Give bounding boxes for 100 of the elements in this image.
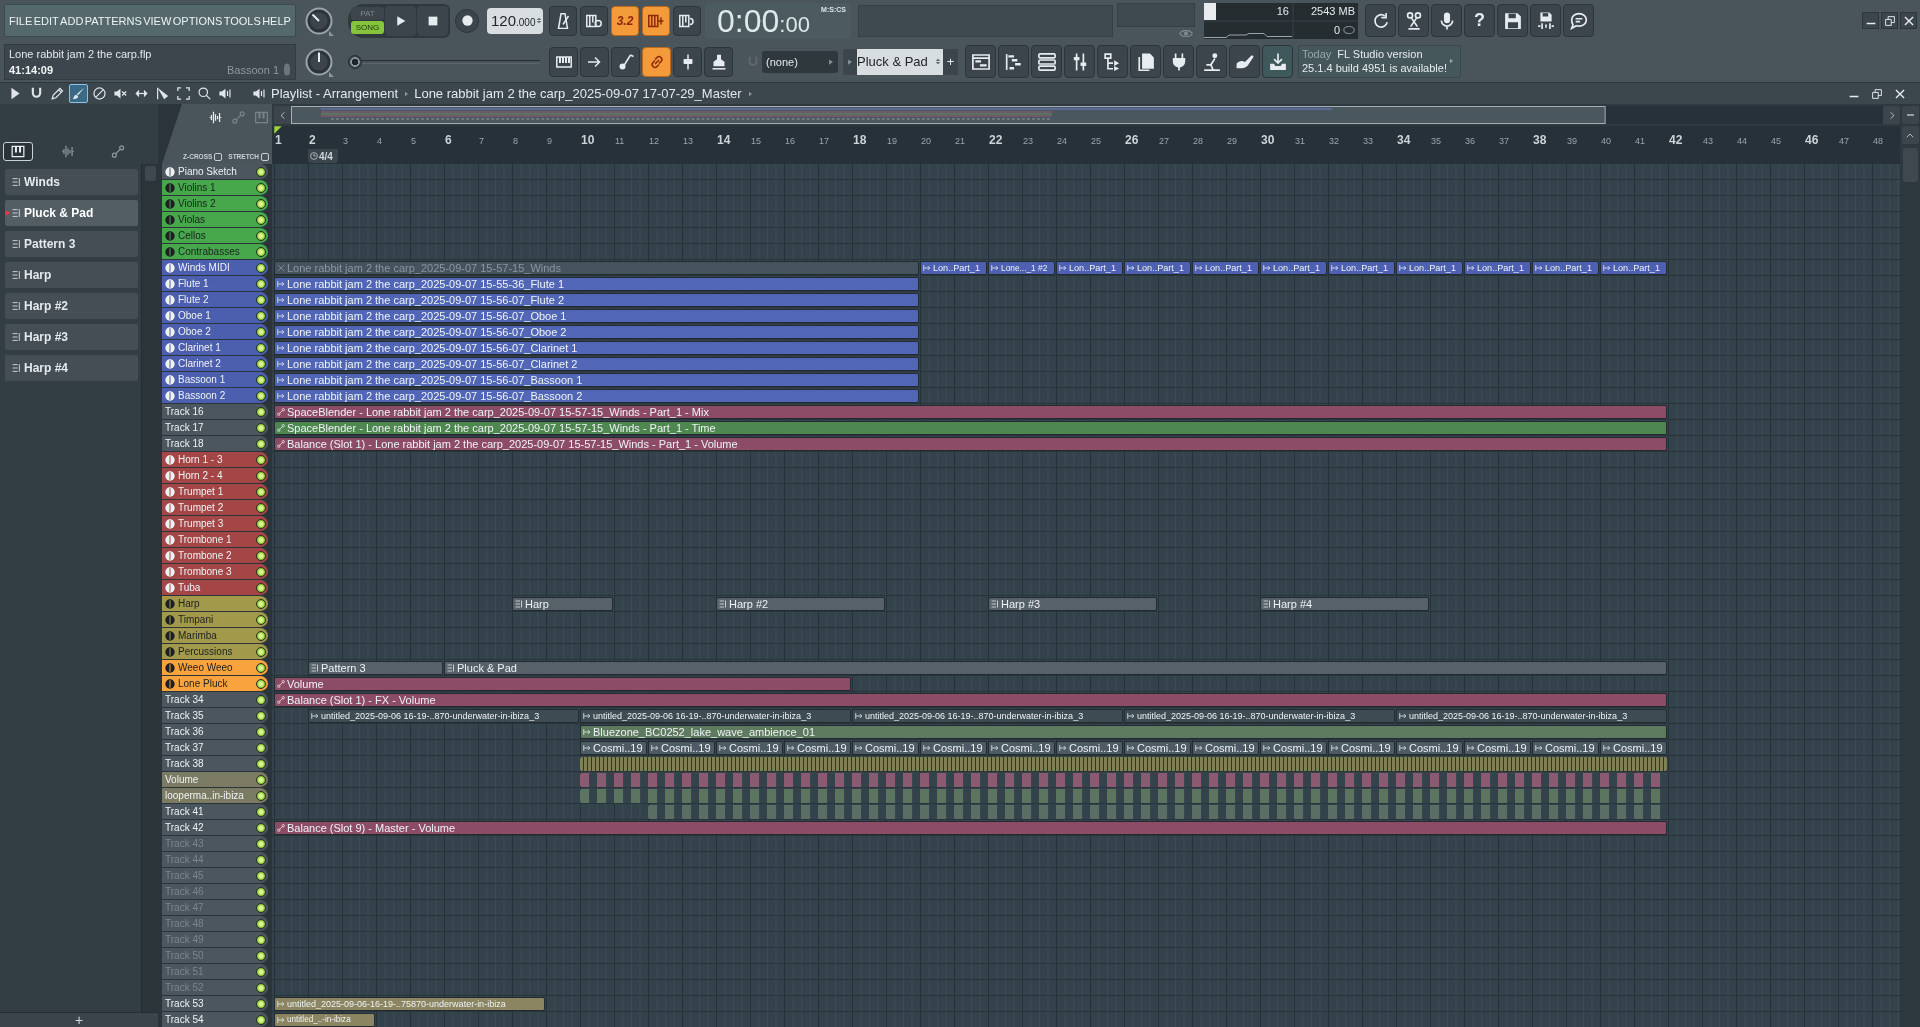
led-icon[interactable] [256,998,266,1009]
track-header[interactable]: Trumpet 1 [162,484,268,500]
minimize-button[interactable] [1862,12,1879,29]
led-icon[interactable] [256,902,266,913]
toolbar-button[interactable] [998,45,1029,78]
toolbar-button[interactable] [1031,45,1062,78]
toolbar-button[interactable] [1130,45,1161,78]
track-header[interactable]: looperma..in-ibiza [162,788,268,804]
mode-toggle[interactable]: SONG [351,21,384,34]
toolbar-button[interactable] [1431,4,1462,37]
picker-tab[interactable] [3,142,33,161]
led-icon[interactable] [256,646,266,657]
audio-clip[interactable]: Lone rabbit jam 2 the carp_2025-09-07 15-56-07_Oboe 1 [274,309,919,323]
track-header[interactable]: Lone Pluck [162,676,268,692]
led-icon[interactable] [256,694,266,705]
toolbar-button[interactable] [1163,45,1194,78]
waveform-icon[interactable] [208,111,223,124]
tool-button[interactable] [90,84,109,103]
audio-clip[interactable]: Cosmi..19 [648,741,715,755]
menu-item[interactable]: ADD [60,13,84,28]
toolbar-button[interactable] [1497,4,1528,37]
audio-clip[interactable]: Cosmi..19 [852,741,919,755]
track-header[interactable]: Cellos [162,228,268,244]
led-icon[interactable] [256,294,266,305]
stop-button[interactable] [417,5,448,36]
track-header[interactable]: Horn 1 - 3 [162,452,268,468]
led-icon[interactable] [256,390,266,401]
audio-clip[interactable]: Cosmi..19 [1056,741,1123,755]
led-icon[interactable] [256,358,266,369]
audio-clip[interactable]: Cosmi..19 [784,741,851,755]
track-header[interactable]: Violas [162,212,268,228]
track-header[interactable]: Track 35 [162,708,268,724]
toggle-button[interactable] [642,5,670,36]
track-header[interactable]: Violins 1 [162,180,268,196]
pattern-clip[interactable]: Pattern 3 [308,661,443,675]
pattern-item[interactable]: Pattern 3 [5,231,138,257]
toolbar-button[interactable] [1530,4,1561,37]
audio-clip[interactable]: untitled_2025-09-06 16-19-..870-underwater-in-ibiza_3 [1124,709,1395,723]
track-header[interactable]: Track 53 [162,996,268,1012]
toolbar-button[interactable] [1064,45,1095,78]
tool-button[interactable] [174,84,193,103]
led-icon[interactable] [256,550,266,561]
audio-clip[interactable]: untitled_2025-09-06 16-19-..870-underwater-in-ibiza_3 [1396,709,1667,723]
audio-clip[interactable]: untitled_2025-09-06-16-19-..75870-underwater-in-ibiza [274,997,545,1011]
arrangement-name[interactable]: Lone rabbit jam 2 the carp_2025-09-07 17-07-29_Master [414,86,742,101]
audio-clip[interactable]: Lone rabbit jam 2 the carp_2025-09-07 15-55-36_Flute 1 [274,277,919,291]
led-icon[interactable] [256,614,266,625]
track-header[interactable]: Contrabasses [162,244,268,260]
toolbar-button[interactable] [704,46,733,77]
track-header[interactable]: Track 42 [162,820,268,836]
led-icon[interactable] [256,742,266,753]
add-button[interactable]: + [74,1013,84,1027]
audio-clip[interactable]: untitled_2025-09-06 16-19-..870-underwater-in-ibiza_3 [308,709,579,723]
led-icon[interactable] [256,598,266,609]
led-icon[interactable] [256,246,266,257]
tool-button[interactable] [69,84,88,103]
led-icon[interactable] [256,454,266,465]
close-button[interactable] [1900,12,1917,29]
track-header[interactable]: Track 16 [162,404,268,420]
led-icon[interactable] [256,934,266,945]
menu-item[interactable]: VIEW [143,13,172,28]
toolbar-button[interactable] [1398,4,1429,37]
led-icon[interactable] [256,790,266,801]
led-icon[interactable] [256,950,266,961]
pattern-item[interactable]: Winds [5,169,138,195]
audio-clip[interactable]: Bluezone_BC0252_lake_wave_ambience_01 [580,725,1667,739]
add-pattern-button[interactable]: + [943,48,958,75]
audio-clip[interactable]: untitled_2025-09-06 16-19-..870-underwater-in-ibiza_3 [580,709,851,723]
audio-clip[interactable]: Cosmi..19 [1464,741,1531,755]
led-icon[interactable] [256,838,266,849]
menu-item[interactable]: OPTIONS [172,13,223,28]
audio-clip[interactable]: Cosmi..19 [920,741,987,755]
led-icon[interactable] [256,566,266,577]
audio-clip[interactable]: Lone rabbit jam 2 the carp_2025-09-07 15-56-07_Flute 2 [274,293,919,307]
pattern-item[interactable]: Harp #4 [5,355,138,381]
track-header[interactable]: Trombone 2 [162,548,268,564]
zoom-out-button[interactable] [1901,106,1919,124]
led-icon[interactable] [256,918,266,929]
audio-clip[interactable]: Lon..Part_1 [1532,261,1599,275]
led-icon[interactable] [256,870,266,881]
led-icon[interactable] [256,822,266,833]
knob[interactable] [304,5,334,36]
automation-clip[interactable]: SpaceBlender - Lone rabbit jam 2 the carp_2025-09-07 15-57-15_Winds - Part_1 - Time [274,421,1667,435]
led-icon[interactable] [256,662,266,673]
led-icon[interactable] [256,726,266,737]
snap-dropdown[interactable]: (none) [762,50,838,73]
pattern-clip[interactable]: Harp #4 [1260,597,1429,611]
led-icon[interactable] [256,758,266,769]
tempo-field[interactable]: 120.000 [487,7,543,34]
track-header[interactable]: Oboe 2 [162,324,268,340]
audio-clip[interactable]: Cosmi..19 [580,741,647,755]
led-icon[interactable] [256,422,266,433]
pattern-item[interactable]: Harp [5,262,138,288]
pattern-item[interactable]: Pluck & Pad [5,200,138,226]
track-header[interactable]: Marimba [162,628,268,644]
track-header[interactable]: Horn 2 - 4 [162,468,268,484]
track-header[interactable]: Percussions [162,644,268,660]
slider-thumb[interactable] [348,54,362,69]
audio-clip[interactable]: Lon..Part_1 [920,261,987,275]
toolbar-button[interactable] [673,46,702,77]
